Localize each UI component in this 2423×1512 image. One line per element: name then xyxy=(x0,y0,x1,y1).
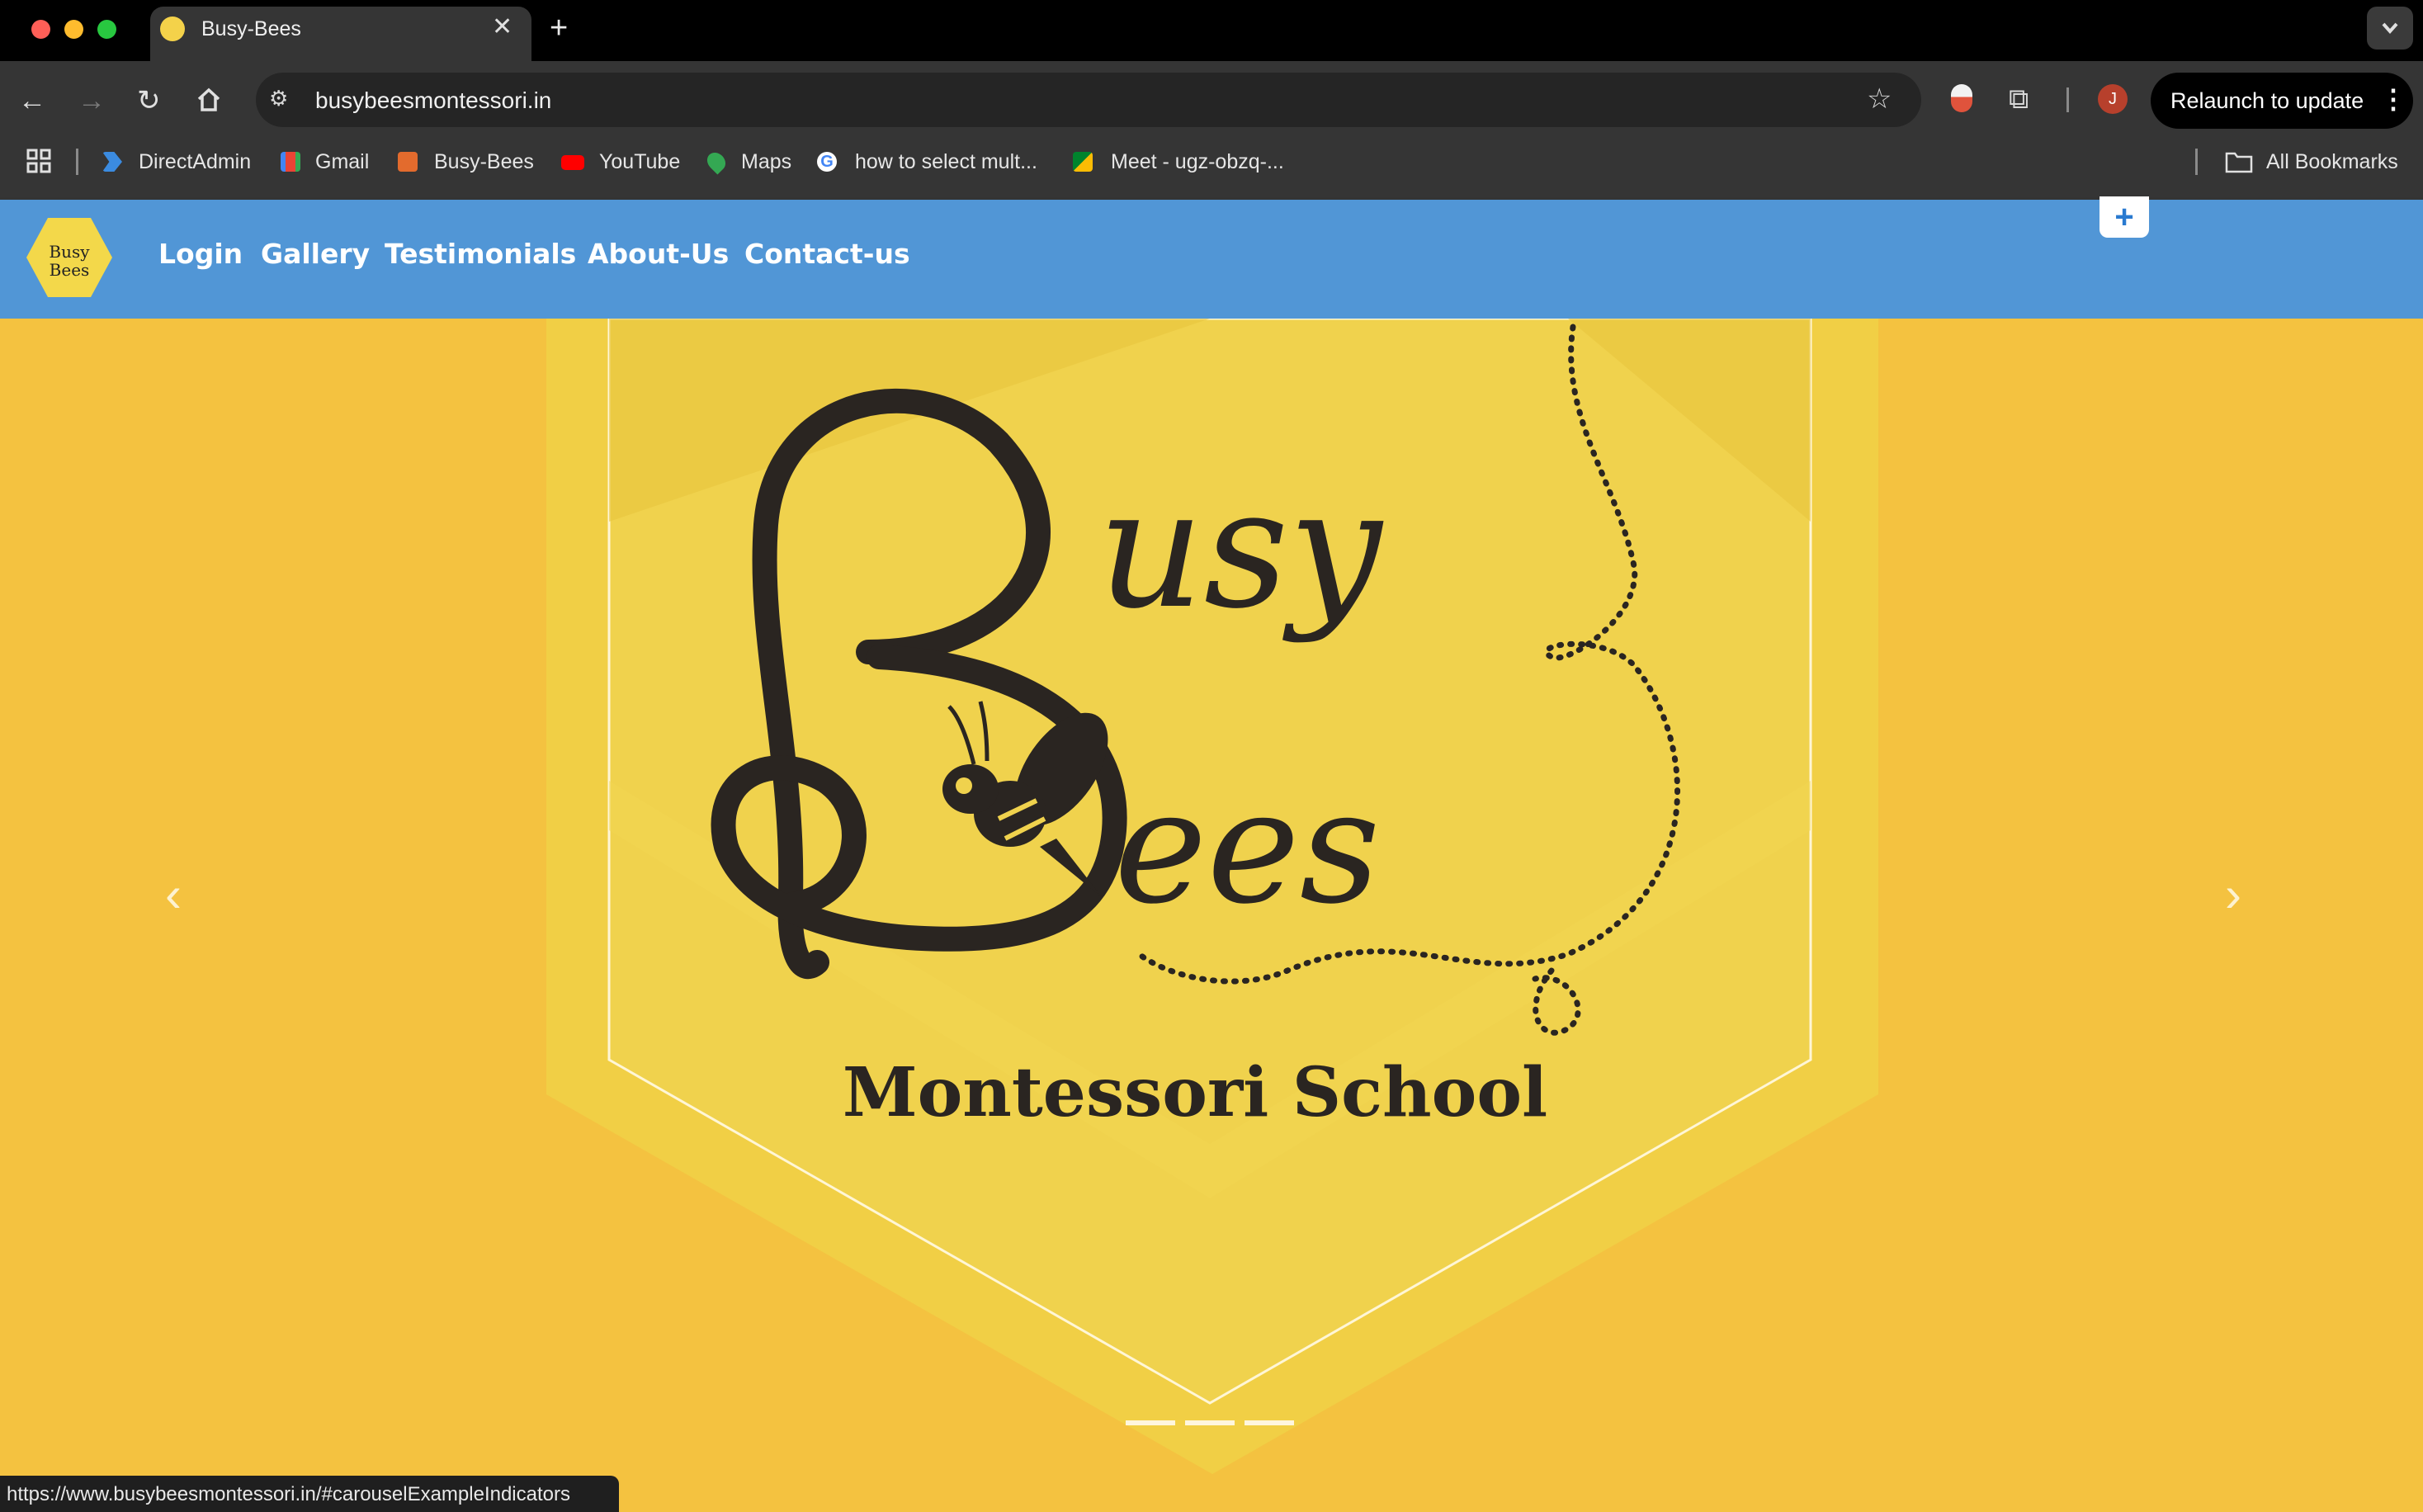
gmail-icon xyxy=(281,152,300,172)
carousel-indicator-3[interactable] xyxy=(1245,1420,1294,1425)
nav-testimonials[interactable]: Testimonials xyxy=(385,236,576,272)
tab-search-button[interactable] xyxy=(2367,7,2413,50)
close-window-button[interactable] xyxy=(31,20,50,39)
bookmarks-divider-right xyxy=(2195,149,2198,175)
busy-bees-favicon-icon xyxy=(160,17,185,41)
site-logo-line1: Busy xyxy=(49,242,90,262)
carousel-prev-icon[interactable]: ‹ xyxy=(165,868,182,921)
forward-arrow-icon[interactable]: → xyxy=(78,84,106,117)
nav-contact-us[interactable]: Contact-us xyxy=(744,236,910,272)
tab-title: Busy-Bees xyxy=(201,17,301,40)
reload-icon[interactable]: ↻ xyxy=(137,84,161,117)
extensions-puzzle-icon[interactable]: ⧉ xyxy=(2009,83,2029,116)
minimize-window-button[interactable] xyxy=(64,20,83,39)
tagline-text: Montessori School xyxy=(843,1053,1547,1132)
site-logo-text: Busy Bees xyxy=(26,243,112,279)
status-url: https://www.busybeesmontessori.in/#carou… xyxy=(7,1483,570,1505)
url-text[interactable]: busybeesmontessori.in xyxy=(315,86,551,116)
relaunch-label: Relaunch to update xyxy=(2170,88,2364,113)
busy-bees-bookmark-icon xyxy=(398,152,418,172)
tab-close-icon[interactable]: ✕ xyxy=(492,13,512,41)
plus-icon[interactable]: + xyxy=(2099,196,2149,238)
home-icon[interactable] xyxy=(195,86,223,118)
carousel-indicator-1[interactable] xyxy=(1126,1420,1175,1425)
google-meet-icon xyxy=(1073,152,1093,172)
bookmark-how-to-select[interactable]: how to select mult... xyxy=(855,145,1037,178)
bookmark-maps[interactable]: Maps xyxy=(741,145,791,178)
nav-about-us[interactable]: About-Us xyxy=(588,236,729,272)
site-settings-icon[interactable]: ⚙ xyxy=(269,86,288,111)
folder-icon xyxy=(2225,150,2253,177)
bookmark-youtube[interactable]: YouTube xyxy=(599,145,680,178)
all-bookmarks[interactable]: All Bookmarks xyxy=(2266,145,2398,178)
nav-login[interactable]: Login xyxy=(158,236,243,272)
youtube-icon xyxy=(561,155,584,170)
apps-grid-icon[interactable] xyxy=(26,149,53,179)
extension-icon[interactable] xyxy=(1951,84,1972,112)
profile-avatar[interactable]: J xyxy=(2098,84,2128,114)
toolbar-divider xyxy=(2066,87,2069,112)
svg-text:ees: ees xyxy=(1114,756,1380,938)
hero-carousel: usy ees Montessori School xyxy=(0,319,2423,1512)
bookmark-gmail[interactable]: Gmail xyxy=(315,145,369,178)
carousel-next-icon[interactable]: › xyxy=(2225,868,2241,921)
busy-bees-banner-graphic: usy ees Montessori School xyxy=(546,319,1878,1474)
back-arrow-icon[interactable]: ← xyxy=(18,84,46,117)
site-logo-line2: Bees xyxy=(49,260,90,280)
nav-gallery[interactable]: Gallery xyxy=(261,236,370,272)
google-icon: G xyxy=(817,152,837,172)
carousel-indicator-2[interactable] xyxy=(1185,1420,1235,1425)
more-menu-icon[interactable]: ⋮ xyxy=(2380,83,2406,116)
bookmark-meet[interactable]: Meet - ugz-obzq-... xyxy=(1111,145,1284,178)
new-tab-icon[interactable]: + xyxy=(550,10,568,46)
maximize-window-button[interactable] xyxy=(97,20,116,39)
bookmark-star-icon[interactable]: ☆ xyxy=(1867,83,1892,116)
bookmark-directadmin[interactable]: DirectAdmin xyxy=(139,145,251,178)
svg-text:usy: usy xyxy=(1098,453,1384,645)
chevron-down-icon xyxy=(2382,22,2398,35)
bookmarks-divider xyxy=(76,149,78,175)
bookmark-busy-bees[interactable]: Busy-Bees xyxy=(434,145,534,178)
